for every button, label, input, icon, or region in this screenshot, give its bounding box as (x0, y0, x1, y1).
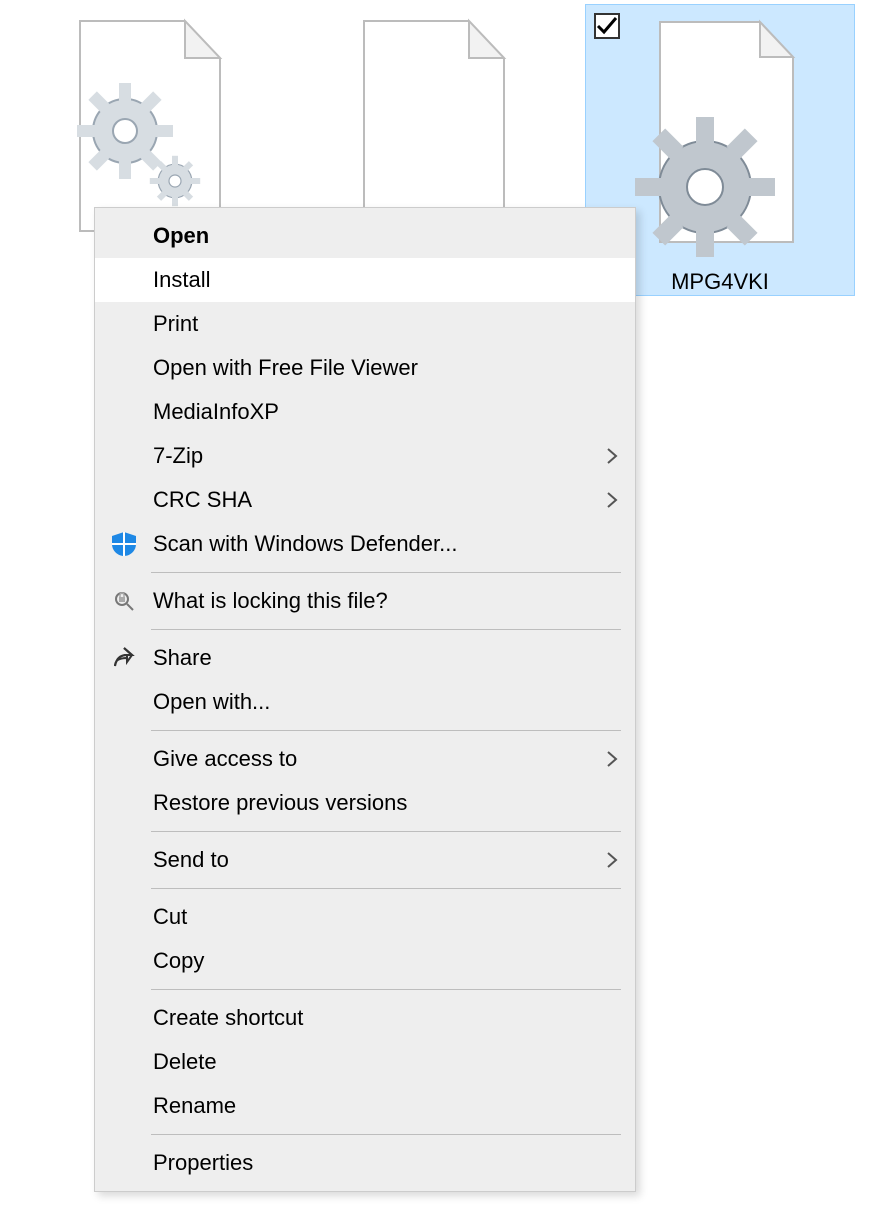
file-gear-icon (635, 237, 805, 262)
menu-item-give-access-to[interactable]: Give access to (95, 737, 635, 781)
blank-icon (107, 1148, 141, 1178)
menu-item-mediainfoxp[interactable]: MediaInfoXP (95, 390, 635, 434)
lock-search-icon (107, 586, 141, 616)
menu-item-delete[interactable]: Delete (95, 1040, 635, 1084)
chevron-right-icon (599, 489, 619, 511)
menu-item-rename[interactable]: Rename (95, 1084, 635, 1128)
menu-item-label: Restore previous versions (141, 790, 599, 816)
share-icon (107, 643, 141, 673)
blank-icon (107, 788, 141, 818)
chevron-right-icon (599, 849, 619, 871)
menu-separator (151, 888, 621, 889)
blank-icon (107, 265, 141, 295)
blank-icon (107, 441, 141, 471)
menu-item-label: Give access to (141, 746, 599, 772)
menu-item-share[interactable]: Share (95, 636, 635, 680)
menu-item-label: Print (141, 311, 599, 337)
blank-icon (107, 353, 141, 383)
menu-separator (151, 831, 621, 832)
menu-item-cut[interactable]: Cut (95, 895, 635, 939)
menu-item-label: Open with Free File Viewer (141, 355, 599, 381)
menu-item-label: MediaInfoXP (141, 399, 599, 425)
menu-item-properties[interactable]: Properties (95, 1141, 635, 1185)
blank-icon (107, 946, 141, 976)
menu-item-7-zip[interactable]: 7-Zip (95, 434, 635, 478)
blank-icon (107, 744, 141, 774)
menu-separator (151, 989, 621, 990)
menu-separator (151, 629, 621, 630)
menu-item-open[interactable]: Open (95, 214, 635, 258)
menu-item-label: CRC SHA (141, 487, 599, 513)
menu-item-label: Send to (141, 847, 599, 873)
menu-item-label: Scan with Windows Defender... (141, 531, 599, 557)
menu-item-label: Copy (141, 948, 599, 974)
menu-separator (151, 730, 621, 731)
menu-item-create-shortcut[interactable]: Create shortcut (95, 996, 635, 1040)
menu-item-restore-previous-versions[interactable]: Restore previous versions (95, 781, 635, 825)
menu-separator (151, 1134, 621, 1135)
menu-separator (151, 572, 621, 573)
menu-item-label: Rename (141, 1093, 599, 1119)
menu-item-label: Install (141, 267, 599, 293)
blank-icon (107, 1091, 141, 1121)
menu-item-label: 7-Zip (141, 443, 599, 469)
menu-item-label: Properties (141, 1150, 599, 1176)
menu-item-label: Open (141, 223, 599, 249)
menu-item-print[interactable]: Print (95, 302, 635, 346)
menu-item-copy[interactable]: Copy (95, 939, 635, 983)
menu-item-send-to[interactable]: Send to (95, 838, 635, 882)
menu-item-open-with[interactable]: Open with... (95, 680, 635, 724)
menu-item-label: Delete (141, 1049, 599, 1075)
blank-icon (107, 687, 141, 717)
menu-item-label: What is locking this file? (141, 588, 599, 614)
menu-item-what-is-locking-this-file[interactable]: What is locking this file? (95, 579, 635, 623)
menu-item-scan-with-windows-defender[interactable]: Scan with Windows Defender... (95, 522, 635, 566)
blank-icon (107, 1003, 141, 1033)
blank-icon (107, 309, 141, 339)
chevron-right-icon (599, 445, 619, 467)
blank-icon (107, 397, 141, 427)
blank-icon (107, 845, 141, 875)
context-menu: Open Install Print Open with Free File View… (94, 207, 636, 1192)
blank-icon (107, 902, 141, 932)
defender-icon (107, 529, 141, 559)
chevron-right-icon (599, 748, 619, 770)
blank-icon (107, 221, 141, 251)
blank-icon (107, 1047, 141, 1077)
menu-item-label: Cut (141, 904, 599, 930)
menu-item-crc-sha[interactable]: CRC SHA (95, 478, 635, 522)
menu-item-label: Open with... (141, 689, 599, 715)
selection-checkbox[interactable] (594, 13, 620, 39)
menu-item-label: Share (141, 645, 599, 671)
menu-item-open-with-free-file-viewer[interactable]: Open with Free File Viewer (95, 346, 635, 390)
menu-item-label: Create shortcut (141, 1005, 599, 1031)
blank-icon (107, 485, 141, 515)
menu-item-install[interactable]: Install (95, 258, 635, 302)
